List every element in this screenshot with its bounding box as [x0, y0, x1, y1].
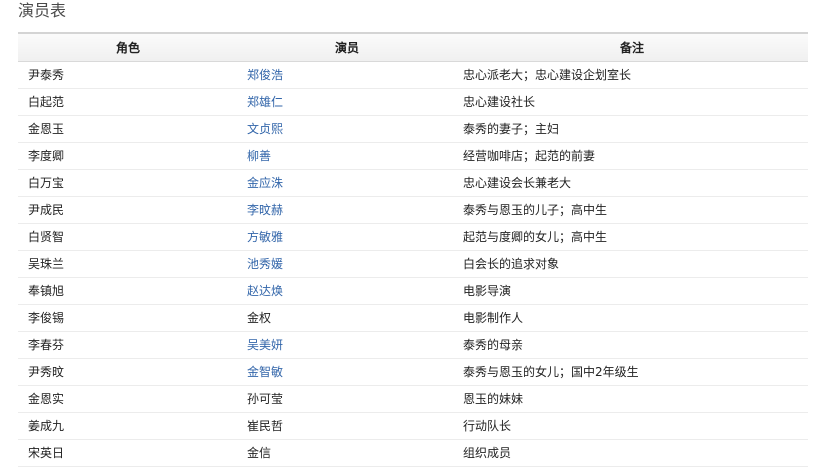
note-cell: 忠心建设社长: [456, 88, 808, 116]
actor-cell: 赵达焕: [238, 277, 456, 305]
table-row: 李度卿 柳善 经营咖啡店；起范的前妻: [18, 142, 808, 170]
actor-link[interactable]: 郑雄仁: [247, 95, 283, 109]
note-cell: 泰秀与恩玉的女儿；国中2年级生: [456, 358, 808, 386]
role-cell: 吴珠兰: [18, 250, 238, 278]
actor-link[interactable]: 吴美妍: [247, 338, 283, 352]
role-cell: 李度卿: [18, 142, 238, 170]
note-cell: 忠心建设会长兼老大: [456, 169, 808, 197]
note-cell: 白会长的追求对象: [456, 250, 808, 278]
role-cell: 尹泰秀: [18, 61, 238, 89]
role-cell: 李春芬: [18, 331, 238, 359]
table-row: 金恩玉 文贞熙 泰秀的妻子；主妇: [18, 115, 808, 143]
table-row: 姜成九 崔民哲 行动队长: [18, 412, 808, 440]
actor-cell: 郑俊浩: [238, 61, 456, 89]
note-cell: 行动队长: [456, 412, 808, 440]
header-role: 角色: [18, 32, 238, 62]
table-row: 李春芬 吴美妍 泰秀的母亲: [18, 331, 808, 359]
actor-cell: 李旼赫: [238, 196, 456, 224]
actor-link[interactable]: 文贞熙: [247, 122, 283, 136]
role-cell: 尹秀旼: [18, 358, 238, 386]
actor-cell: 金应洙: [238, 169, 456, 197]
table-row: 金恩实 孙可莹 恩玉的妹妹: [18, 385, 808, 413]
actor-link[interactable]: 赵达焕: [247, 284, 283, 298]
cast-table: 角色 演员 备注 尹泰秀 郑俊浩 忠心派老大；忠心建设企划室长白起范 郑雄仁 忠心建设社…: [18, 32, 808, 467]
role-cell: 白贤智: [18, 223, 238, 251]
header-actor: 演员: [238, 32, 456, 62]
table-row: 宋英日 金信 组织成员: [18, 439, 808, 467]
note-cell: 恩玉的妹妹: [456, 385, 808, 413]
actor-link[interactable]: 方敏雅: [247, 230, 283, 244]
table-row: 吴珠兰 池秀媛 白会长的追求对象: [18, 250, 808, 278]
role-cell: 金恩实: [18, 385, 238, 413]
section-title: 演员表: [18, 1, 67, 20]
actor-link[interactable]: 柳善: [247, 149, 271, 163]
actor-link[interactable]: 池秀媛: [247, 257, 283, 271]
note-cell: 经营咖啡店；起范的前妻: [456, 142, 808, 170]
note-cell: 泰秀的母亲: [456, 331, 808, 359]
actor-link[interactable]: 李旼赫: [247, 203, 283, 217]
actor-link[interactable]: 金应洙: [247, 176, 283, 190]
note-cell: 忠心派老大；忠心建设企划室长: [456, 61, 808, 89]
header-note: 备注: [456, 32, 808, 62]
actor-link[interactable]: 金智敏: [247, 365, 283, 379]
role-cell: 尹成民: [18, 196, 238, 224]
actor-cell: 金信: [238, 439, 456, 467]
note-cell: 组织成员: [456, 439, 808, 467]
actor-cell: 郑雄仁: [238, 88, 456, 116]
note-cell: 电影导演: [456, 277, 808, 305]
actor-cell: 文贞熙: [238, 115, 456, 143]
role-cell: 金恩玉: [18, 115, 238, 143]
note-cell: 起范与度卿的女儿；高中生: [456, 223, 808, 251]
table-row: 尹秀旼 金智敏 泰秀与恩玉的女儿；国中2年级生: [18, 358, 808, 386]
actor-cell: 方敏雅: [238, 223, 456, 251]
role-cell: 奉镇旭: [18, 277, 238, 305]
note-cell: 泰秀与恩玉的儿子；高中生: [456, 196, 808, 224]
role-cell: 李俊锡: [18, 304, 238, 332]
actor-cell: 柳善: [238, 142, 456, 170]
role-cell: 宋英日: [18, 439, 238, 467]
table-body: 尹泰秀 郑俊浩 忠心派老大；忠心建设企划室长 白起范 郑雄仁 忠心建设社长 金恩玉 文贞熙 泰秀…: [18, 61, 808, 467]
role-cell: 白万宝: [18, 169, 238, 197]
table-row: 白万宝 金应洙 忠心建设会长兼老大: [18, 169, 808, 197]
table-row: 奉镇旭 赵达焕 电影导演: [18, 277, 808, 305]
table-row: 白贤智 方敏雅 起范与度卿的女儿；高中生: [18, 223, 808, 251]
note-cell: 电影制作人: [456, 304, 808, 332]
table-row: 白起范 郑雄仁 忠心建设社长: [18, 88, 808, 116]
table-row: 李俊锡 金权 电影制作人: [18, 304, 808, 332]
actor-cell: 金权: [238, 304, 456, 332]
table-row: 尹泰秀 郑俊浩 忠心派老大；忠心建设企划室长: [18, 61, 808, 89]
role-cell: 白起范: [18, 88, 238, 116]
actor-cell: 孙可莹: [238, 385, 456, 413]
note-cell: 泰秀的妻子；主妇: [456, 115, 808, 143]
actor-cell: 崔民哲: [238, 412, 456, 440]
actor-link[interactable]: 郑俊浩: [247, 68, 283, 82]
actor-cell: 吴美妍: [238, 331, 456, 359]
role-cell: 姜成九: [18, 412, 238, 440]
actor-cell: 池秀媛: [238, 250, 456, 278]
actor-cell: 金智敏: [238, 358, 456, 386]
table-header-row: 角色 演员 备注: [18, 32, 808, 62]
table-row: 尹成民 李旼赫 泰秀与恩玉的儿子；高中生: [18, 196, 808, 224]
